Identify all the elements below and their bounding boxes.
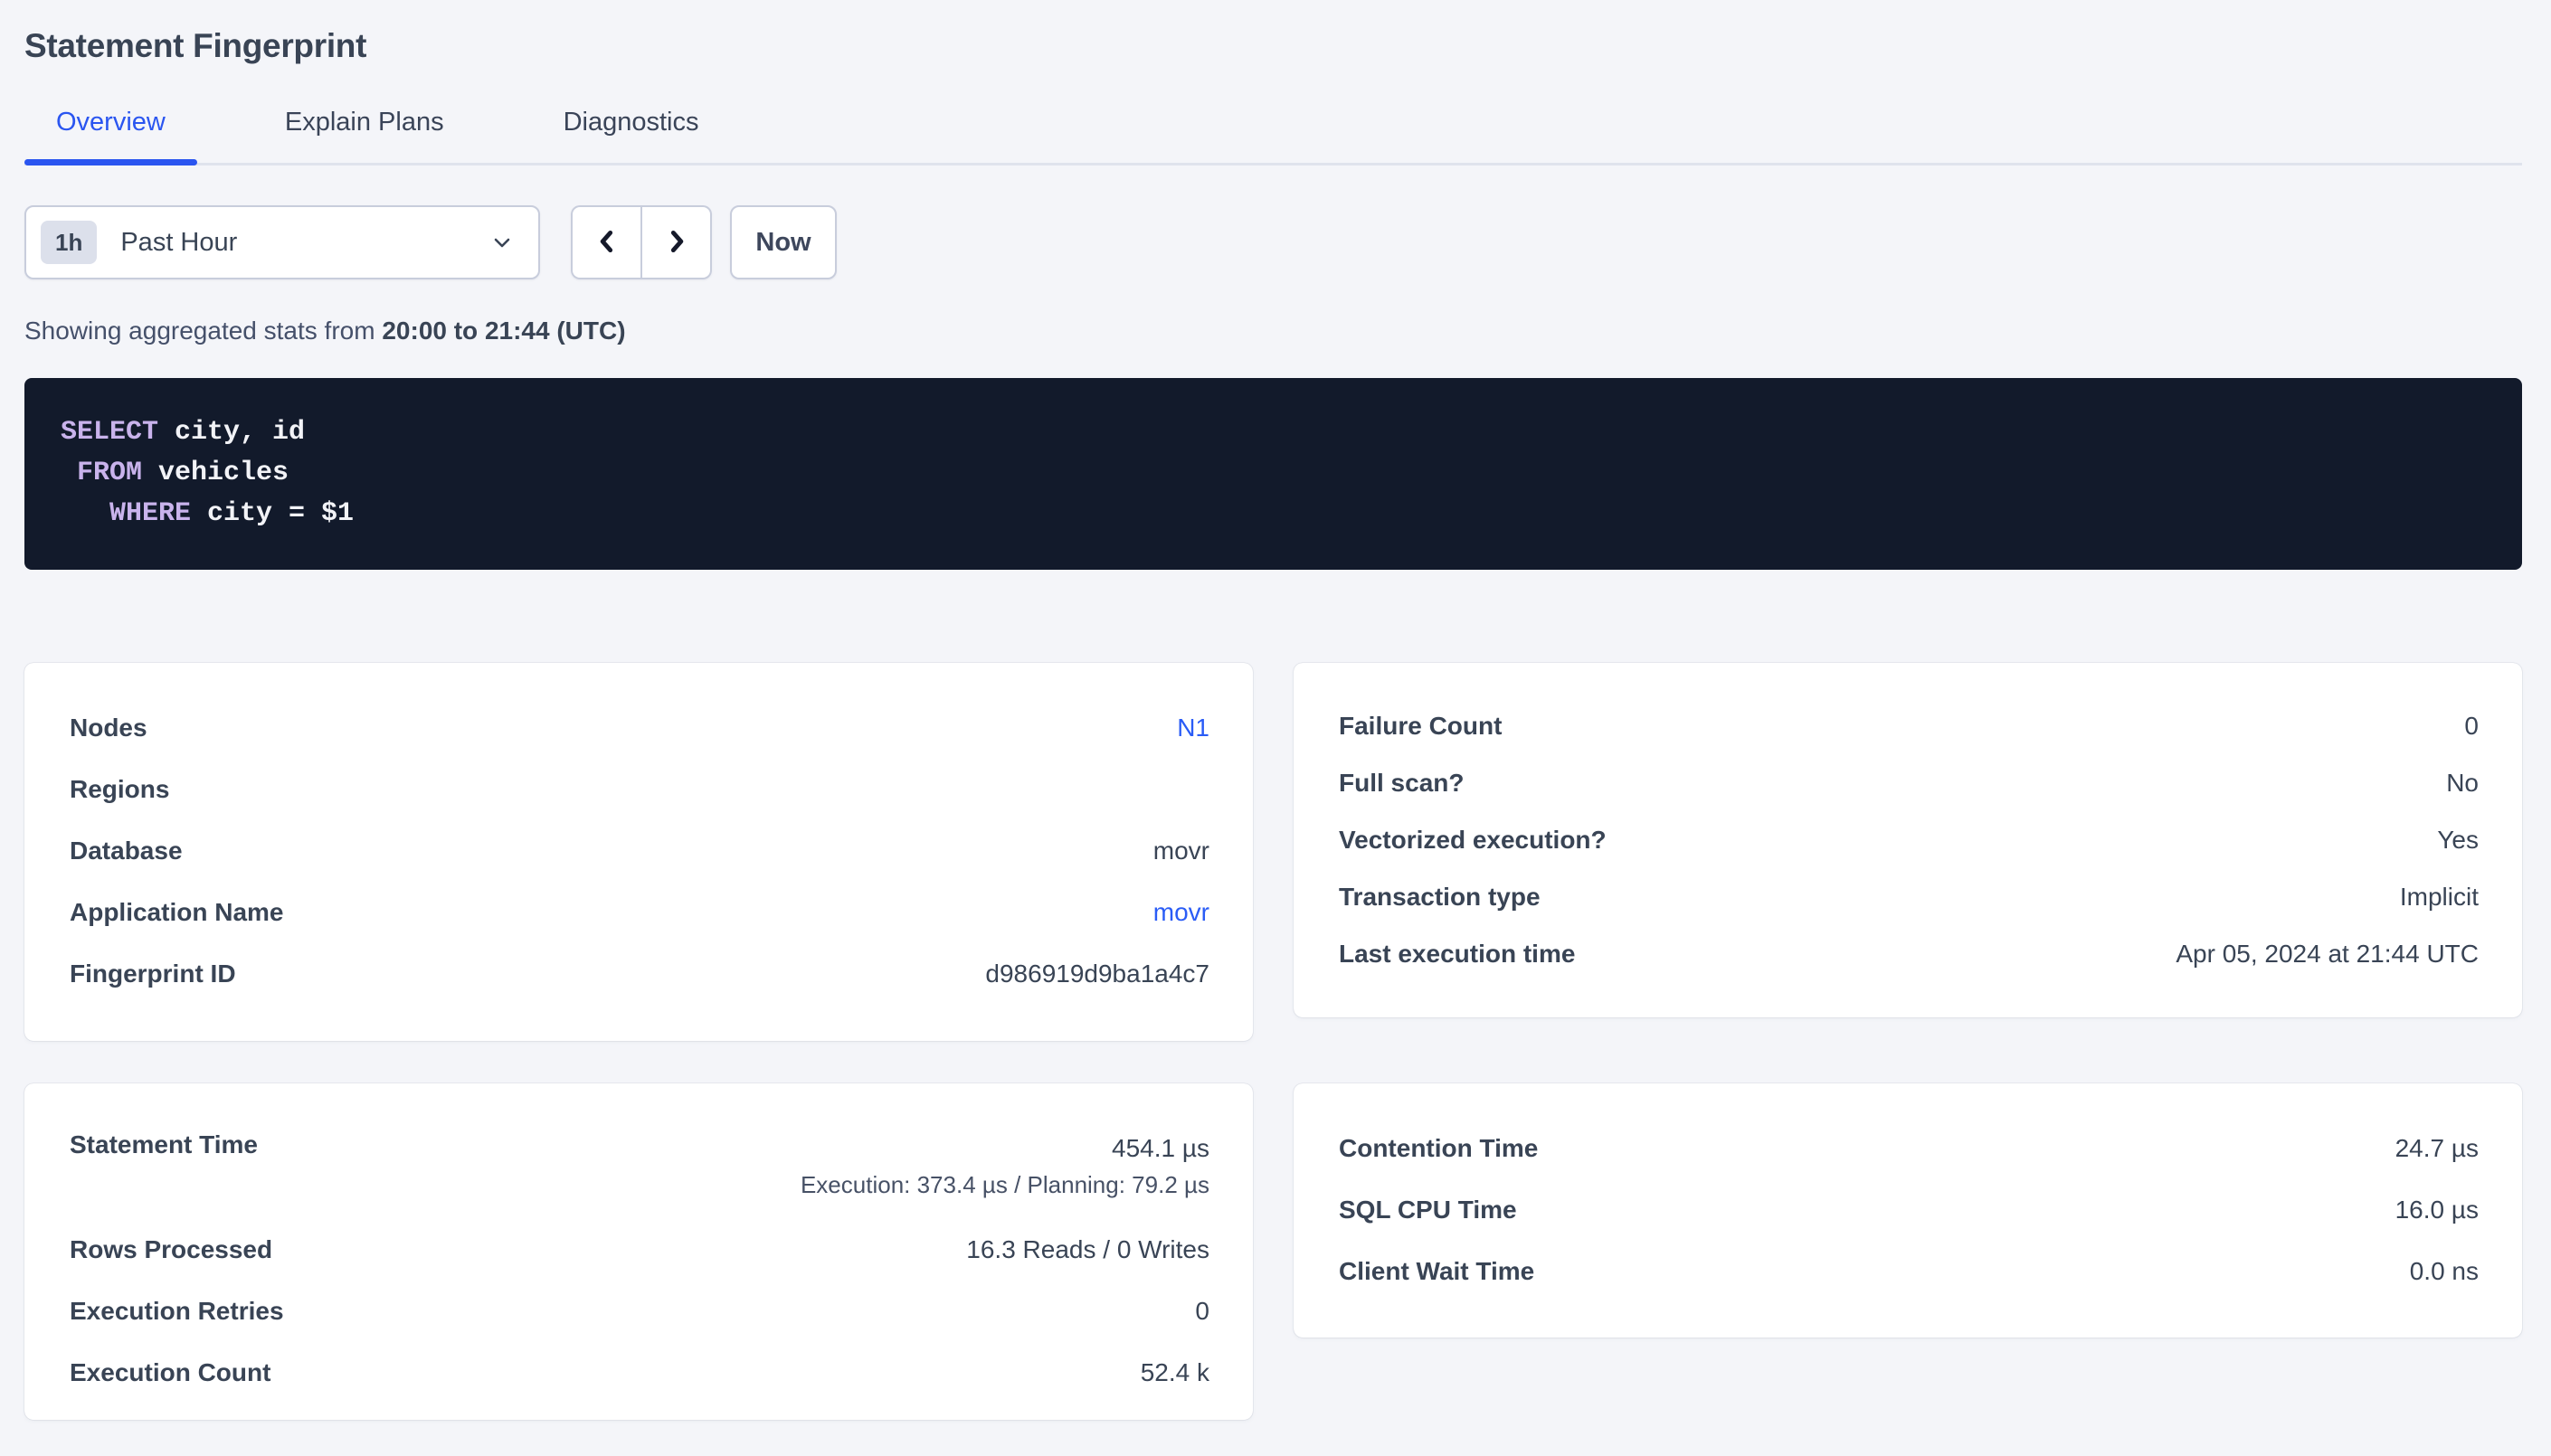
sql-keyword: WHERE — [109, 498, 191, 529]
table-row: SQL CPU Time 16.0 µs — [1339, 1179, 2479, 1241]
last-execution-time-value: Apr 05, 2024 at 21:44 UTC — [2176, 940, 2479, 969]
statement-time-label: Statement Time — [70, 1130, 258, 1159]
application-name-link[interactable]: movr — [1153, 898, 1209, 927]
nodes-link[interactable]: N1 — [1177, 714, 1209, 742]
sql-cpu-time-label: SQL CPU Time — [1339, 1196, 1517, 1224]
table-row: Vectorized execution? Yes — [1339, 811, 2479, 868]
tab-diagnostics[interactable]: Diagnostics — [532, 107, 731, 163]
statement-fingerprint-page: Statement Fingerprint Overview Explain P… — [0, 0, 2551, 1456]
time-interval-badge: 1h — [41, 221, 97, 264]
wait-timing-card: Contention Time 24.7 µs SQL CPU Time 16.… — [1294, 1083, 2522, 1338]
time-range-pager — [571, 205, 712, 279]
stats-line-range: 20:00 to 21:44 (UTC) — [382, 317, 625, 345]
now-button[interactable]: Now — [730, 205, 837, 279]
sql-text: city = $1 — [191, 498, 354, 529]
client-wait-time-label: Client Wait Time — [1339, 1257, 1534, 1286]
sql-indent — [61, 498, 109, 529]
table-row: Transaction type Implicit — [1339, 868, 2479, 925]
contention-time-label: Contention Time — [1339, 1134, 1538, 1163]
sql-text: city, id — [158, 417, 305, 448]
table-row: Statement Time 454.1 µs Execution: 373.4… — [70, 1118, 1209, 1203]
transaction-type-label: Transaction type — [1339, 883, 1541, 912]
time-range-label: Past Hour — [120, 228, 237, 258]
failure-count-value: 0 — [2464, 712, 2479, 741]
statement-details-card: Nodes N1 Regions Database movr Applicati… — [24, 663, 1253, 1041]
chevron-left-icon — [592, 226, 622, 260]
table-row: Last execution time Apr 05, 2024 at 21:4… — [1339, 925, 2479, 982]
statement-time-breakdown: Execution: 373.4 µs / Planning: 79.2 µs — [801, 1167, 1209, 1203]
table-row: Fingerprint ID d986919d9ba1a4c7 — [70, 943, 1209, 1005]
contention-time-value: 24.7 µs — [2395, 1134, 2479, 1163]
rows-processed-label: Rows Processed — [70, 1235, 272, 1264]
sql-keyword: FROM — [77, 458, 142, 488]
table-row: Rows Processed 16.3 Reads / 0 Writes — [70, 1219, 1209, 1281]
table-row: Execution Count 52.4 k — [70, 1342, 1209, 1404]
table-row: Contention Time 24.7 µs — [1339, 1118, 2479, 1179]
page-title: Statement Fingerprint — [24, 25, 2522, 67]
chevron-right-icon — [661, 226, 692, 260]
table-row: Application Name movr — [70, 882, 1209, 943]
table-row: Failure Count 0 — [1339, 697, 2479, 754]
time-controls: 1h Past Hour — [24, 205, 2522, 279]
sql-statement-box: SELECT city, id FROM vehicles WHERE city… — [24, 378, 2522, 570]
execution-count-value: 52.4 k — [1141, 1358, 1209, 1387]
regions-label: Regions — [70, 775, 169, 804]
nodes-label: Nodes — [70, 714, 147, 742]
table-row: Regions — [70, 759, 1209, 820]
database-label: Database — [70, 837, 183, 865]
execution-retries-value: 0 — [1195, 1297, 1209, 1326]
statement-time-value: 454.1 µs — [801, 1130, 1209, 1167]
table-row: Client Wait Time 0.0 ns — [1339, 1241, 2479, 1302]
execution-count-label: Execution Count — [70, 1358, 270, 1387]
overview-cards-grid: Nodes N1 Regions Database movr Applicati… — [24, 663, 2522, 1420]
client-wait-time-value: 0.0 ns — [2410, 1257, 2479, 1286]
database-value: movr — [1153, 837, 1209, 865]
time-range-dropdown[interactable]: 1h Past Hour — [24, 205, 540, 279]
tab-explain-plans[interactable]: Explain Plans — [253, 107, 476, 163]
statement-time-values: 454.1 µs Execution: 373.4 µs / Planning:… — [801, 1130, 1209, 1203]
prev-time-range-button[interactable] — [571, 205, 641, 279]
sql-cpu-time-value: 16.0 µs — [2395, 1196, 2479, 1224]
full-scan-value: No — [2446, 769, 2479, 798]
rows-processed-value: 16.3 Reads / 0 Writes — [966, 1235, 1209, 1264]
full-scan-label: Full scan? — [1339, 769, 1464, 798]
table-row: Execution Retries 0 — [70, 1281, 1209, 1342]
sql-text: vehicles — [142, 458, 289, 488]
execution-retries-label: Execution Retries — [70, 1297, 284, 1326]
vectorized-execution-label: Vectorized execution? — [1339, 826, 1607, 855]
table-row: Full scan? No — [1339, 754, 2479, 811]
table-row: Database movr — [70, 820, 1209, 882]
aggregated-stats-line: Showing aggregated stats from 20:00 to 2… — [24, 316, 2522, 346]
sql-keyword: SELECT — [61, 417, 158, 448]
chevron-down-icon — [489, 230, 515, 255]
stats-line-prefix: Showing aggregated stats from — [24, 317, 382, 345]
tab-overview[interactable]: Overview — [24, 107, 197, 163]
statement-timing-card: Statement Time 454.1 µs Execution: 373.4… — [24, 1083, 1253, 1420]
failure-count-label: Failure Count — [1339, 712, 1502, 741]
next-time-range-button[interactable] — [641, 205, 712, 279]
table-row: Nodes N1 — [70, 697, 1209, 759]
transaction-type-value: Implicit — [2400, 883, 2479, 912]
application-name-label: Application Name — [70, 898, 283, 927]
fingerprint-id-label: Fingerprint ID — [70, 960, 236, 988]
fingerprint-id-value: d986919d9ba1a4c7 — [985, 960, 1209, 988]
sql-indent — [61, 458, 77, 488]
execution-attributes-card: Failure Count 0 Full scan? No Vectorized… — [1294, 663, 2522, 1017]
vectorized-execution-value: Yes — [2437, 826, 2479, 855]
last-execution-time-label: Last execution time — [1339, 940, 1575, 969]
tab-bar: Overview Explain Plans Diagnostics — [24, 107, 2522, 165]
